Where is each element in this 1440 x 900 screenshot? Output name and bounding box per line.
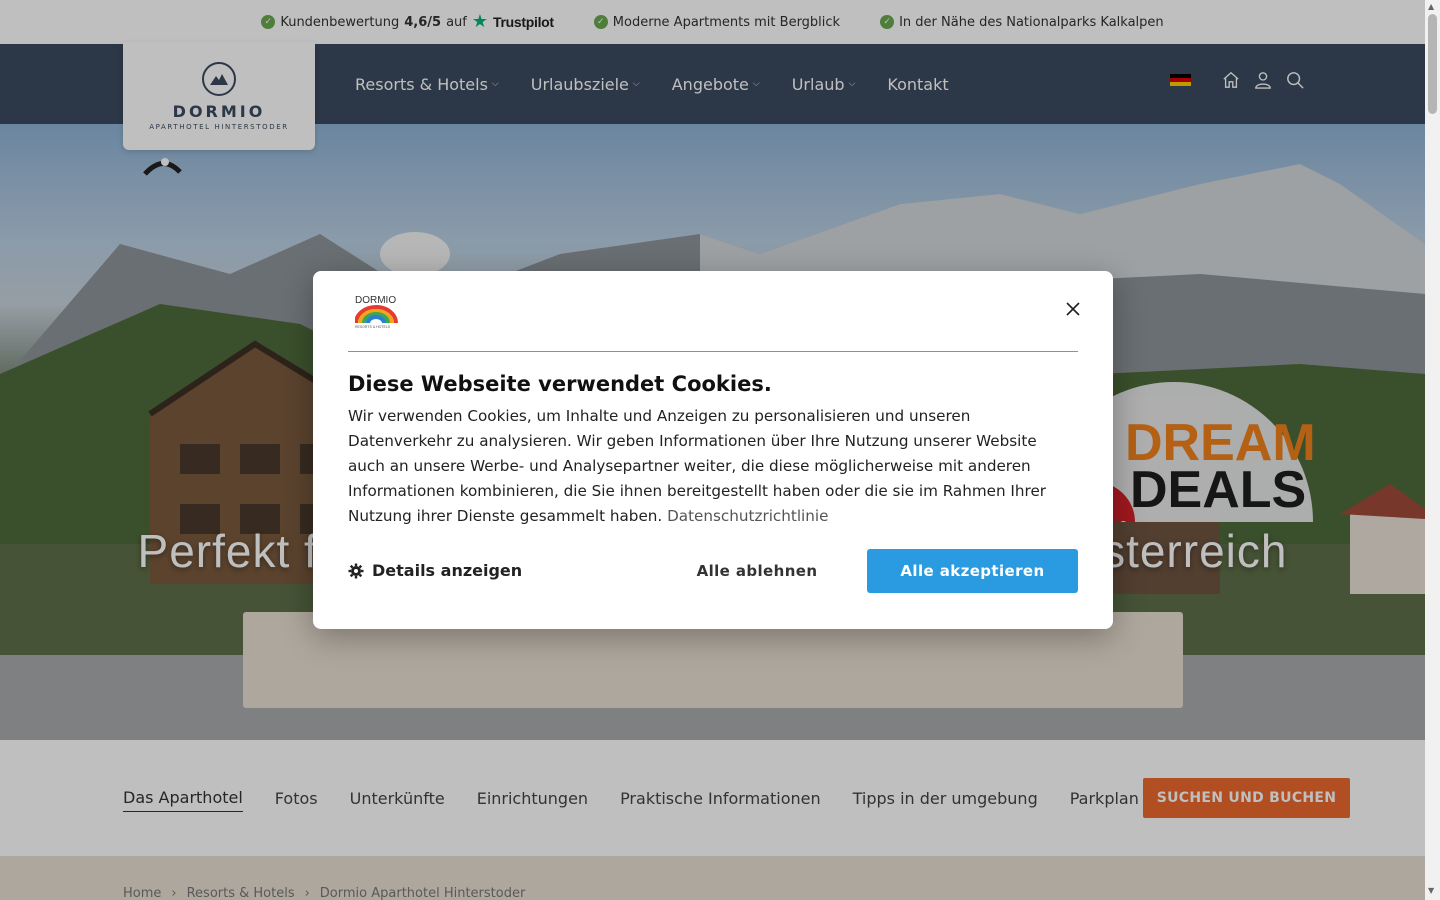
modal-logo-text: DORMIO [355,295,396,306]
cookie-title: Diese Webseite verwendet Cookies. [348,372,772,396]
dormio-rainbow-logo: DORMIO RESORTS & HOTELS [355,295,398,329]
modal-logo-subtext: RESORTS & HOTELS [355,325,391,329]
gear-icon [348,563,364,578]
scrollbar-thumb[interactable] [1428,14,1437,114]
privacy-policy-link[interactable]: Datenschutzrichtlinie [667,507,828,525]
cookie-consent-dialog: DORMIO RESORTS & HOTELS Diese Webseite v… [313,271,1113,629]
scroll-down-icon[interactable]: ▼ [1428,886,1434,895]
page-scrollbar[interactable]: ▲ ▼ [1425,0,1440,900]
close-icon[interactable] [1063,299,1083,319]
details-label: Details anzeigen [372,561,523,580]
scroll-up-icon[interactable]: ▲ [1428,2,1434,11]
modal-divider [348,351,1078,352]
accept-all-button[interactable]: Alle akzeptieren [867,549,1078,593]
show-details-button[interactable]: Details anzeigen [348,561,522,580]
decline-all-button[interactable]: Alle ablehnen [675,549,839,593]
cookie-body: Wir verwenden Cookies, um Inhalte und An… [348,404,1078,529]
